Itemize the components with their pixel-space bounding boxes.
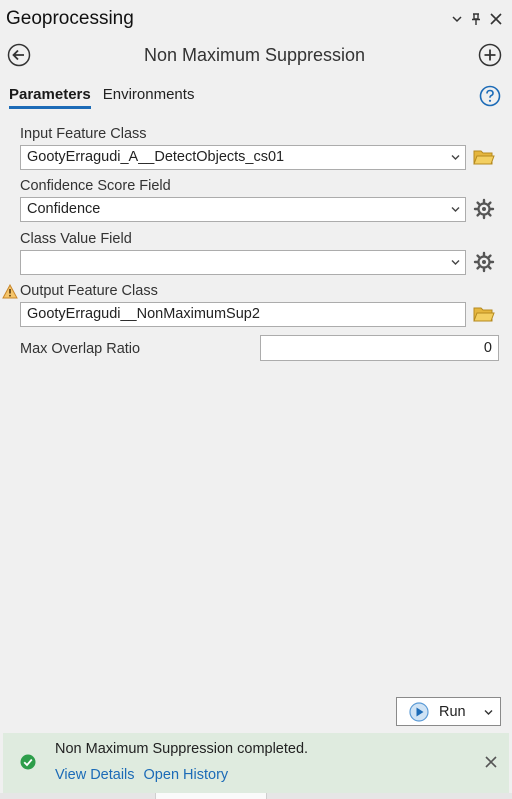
message-links: View Details Open History xyxy=(55,767,228,783)
tool-title: Non Maximum Suppression xyxy=(143,44,366,65)
bottom-tab-segment[interactable] xyxy=(155,793,267,799)
browse-folder-button[interactable] xyxy=(473,303,495,325)
help-button[interactable] xyxy=(479,85,501,112)
warning-icon xyxy=(2,283,18,304)
output-feature-class-label: Output Feature Class xyxy=(20,283,158,299)
tool-bar: Non Maximum Suppression xyxy=(0,38,512,72)
confidence-field-settings-button[interactable] xyxy=(473,198,495,220)
pin-icon[interactable] xyxy=(471,12,481,26)
chevron-down-icon[interactable] xyxy=(451,146,460,169)
input-feature-class-label: Input Feature Class xyxy=(20,126,147,142)
class-value-field-label: Class Value Field xyxy=(20,231,132,247)
output-feature-class-field[interactable]: GootyErragudi__NonMaximumSup2 xyxy=(20,302,466,327)
chevron-down-icon[interactable] xyxy=(484,705,493,719)
open-history-link[interactable]: Open History xyxy=(144,767,229,783)
bottom-strip xyxy=(0,793,512,799)
browse-folder-button[interactable] xyxy=(473,146,495,168)
message-text: Non Maximum Suppression completed. xyxy=(55,741,309,757)
class-field-settings-button[interactable] xyxy=(473,251,495,273)
folder-icon xyxy=(473,307,495,322)
confidence-score-field-label: Confidence Score Field xyxy=(20,178,171,194)
play-icon xyxy=(409,701,429,722)
help-icon xyxy=(479,85,501,107)
input-feature-class-field[interactable]: GootyErragudi_A__DetectObjects_cs01 xyxy=(20,145,466,170)
tab-parameters[interactable]: Parameters xyxy=(9,86,91,109)
class-value-field-select[interactable] xyxy=(20,250,466,275)
gear-icon xyxy=(473,251,495,273)
plus-circle-icon xyxy=(478,43,502,67)
max-overlap-ratio-input[interactable]: 0 xyxy=(260,335,499,361)
close-icon[interactable] xyxy=(485,755,497,773)
close-icon[interactable] xyxy=(490,13,502,25)
confidence-score-field-select[interactable]: Confidence xyxy=(20,197,466,222)
pane-header: Geoprocessing xyxy=(0,0,512,38)
pane-title: Geoprocessing xyxy=(6,8,134,29)
chevron-down-icon[interactable] xyxy=(452,15,462,23)
chevron-down-icon[interactable] xyxy=(451,198,460,221)
add-button[interactable] xyxy=(477,42,503,68)
input-feature-class-value: GootyErragudi_A__DetectObjects_cs01 xyxy=(27,149,285,165)
back-arrow-icon xyxy=(7,43,31,67)
pane-controls xyxy=(452,12,512,26)
success-check-icon xyxy=(20,754,36,775)
confidence-score-field-value: Confidence xyxy=(27,201,101,217)
run-button[interactable]: Run xyxy=(396,697,501,726)
chevron-down-icon[interactable] xyxy=(451,251,460,274)
tab-environments[interactable]: Environments xyxy=(103,86,195,109)
output-feature-class-value: GootyErragudi__NonMaximumSup2 xyxy=(27,306,260,322)
message-bar: Non Maximum Suppression completed. View … xyxy=(3,733,509,793)
run-label: Run xyxy=(439,703,466,720)
max-overlap-ratio-label: Max Overlap Ratio xyxy=(20,341,141,357)
folder-icon xyxy=(473,150,495,165)
view-details-link[interactable]: View Details xyxy=(55,767,135,783)
gear-icon xyxy=(473,198,495,220)
tab-strip: Parameters Environments xyxy=(9,86,194,109)
back-button[interactable] xyxy=(6,42,32,68)
